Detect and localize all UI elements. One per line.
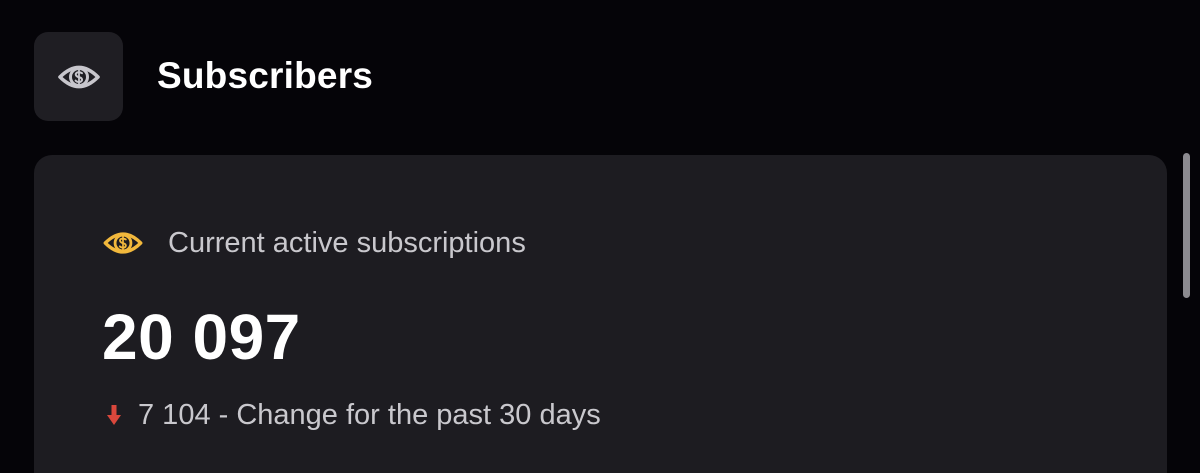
- screen: Subscribers Current active subscriptions…: [0, 0, 1200, 473]
- card-label-row: Current active subscriptions: [102, 225, 526, 261]
- change-text: 7 104 - Change for the past 30 days: [138, 399, 601, 431]
- dollar-eye-icon: [57, 65, 100, 88]
- header-icon-button[interactable]: [34, 32, 123, 121]
- change-row: 7 104 - Change for the past 30 days: [106, 397, 601, 433]
- active-subscriptions-count: 20 097: [102, 301, 301, 373]
- subscriptions-card: Current active subscriptions 20 097 7 10…: [34, 155, 1167, 473]
- card-label: Current active subscriptions: [168, 227, 526, 259]
- scrollbar[interactable]: [1183, 153, 1190, 298]
- arrow-down-icon: [107, 405, 121, 425]
- page-title: Subscribers: [157, 55, 374, 96]
- dollar-eye-icon: [103, 232, 143, 254]
